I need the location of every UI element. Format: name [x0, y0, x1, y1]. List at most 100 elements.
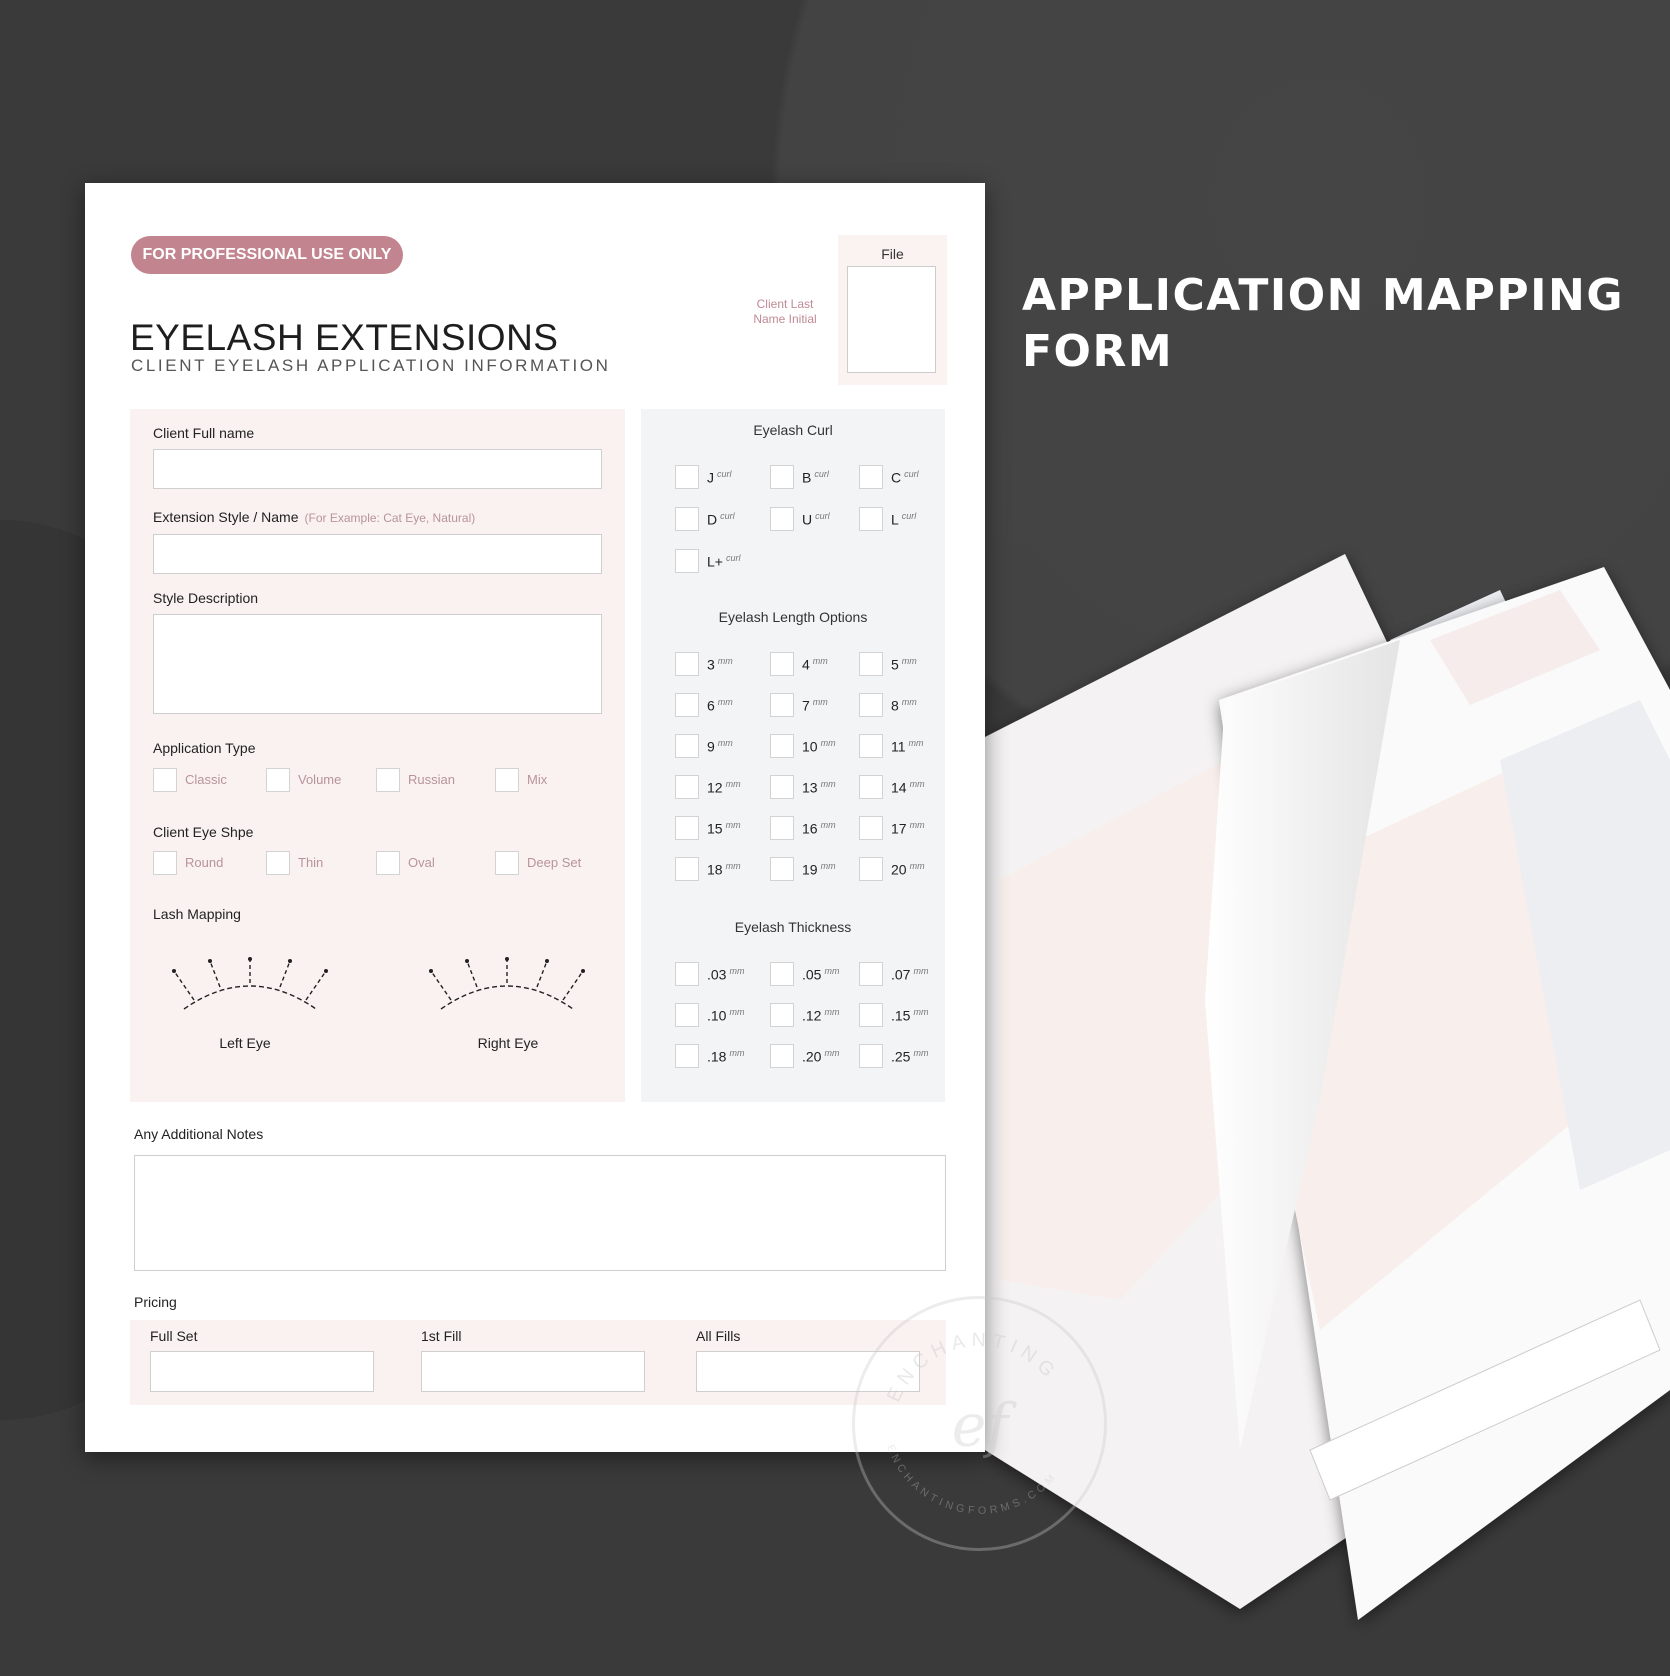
length-checkbox[interactable] — [770, 775, 794, 799]
checkbox-mix[interactable] — [495, 768, 519, 792]
thickness-checkbox[interactable] — [675, 1003, 699, 1027]
unit-label: mm — [909, 820, 925, 830]
unit-label: curl — [814, 469, 829, 479]
thickness-option-label: .15 mm — [891, 1007, 928, 1024]
thickness-checkbox[interactable] — [770, 962, 794, 986]
option-value: .20 — [802, 1048, 822, 1065]
unit-label: mm — [729, 1048, 745, 1058]
thickness-checkbox[interactable] — [675, 1044, 699, 1068]
length-checkbox[interactable] — [859, 693, 883, 717]
length-checkbox[interactable] — [675, 816, 699, 840]
length-option-label: 15 mm — [707, 820, 741, 837]
client-full-name-input[interactable] — [153, 449, 602, 489]
length-checkbox[interactable] — [675, 734, 699, 758]
option-value: 6 — [707, 697, 715, 714]
lash-mapping-label: Lash Mapping — [153, 906, 241, 922]
curl-checkbox[interactable] — [770, 465, 794, 489]
option-value: 17 — [891, 820, 907, 837]
option-value: 10 — [802, 738, 818, 755]
first-fill-input[interactable] — [421, 1351, 645, 1392]
checkbox-round[interactable] — [153, 851, 177, 875]
style-description-label: Style Description — [153, 590, 259, 606]
length-checkbox[interactable] — [859, 775, 883, 799]
option-value: .10 — [707, 1007, 727, 1024]
client-initial-label: Client Last Name Initial — [753, 297, 817, 326]
option-value: 12 — [707, 779, 723, 796]
length-option-label: 7 mm — [802, 697, 828, 714]
option-value: 16 — [802, 820, 818, 837]
length-checkbox[interactable] — [770, 652, 794, 676]
extension-style-input[interactable] — [153, 534, 602, 574]
thickness-checkbox[interactable] — [859, 1044, 883, 1068]
option-value: .03 — [707, 966, 727, 983]
client-full-name-label: Client Full name — [153, 425, 255, 441]
curl-option-label: L+ curl — [707, 553, 740, 570]
right-eye-lash-map-icon — [429, 957, 585, 1010]
length-checkbox[interactable] — [859, 652, 883, 676]
lash-arrow — [209, 960, 221, 988]
lash-line — [183, 985, 317, 1010]
checkbox-volume[interactable] — [266, 768, 290, 792]
unit-label: mm — [729, 1007, 745, 1017]
length-checkbox[interactable] — [770, 816, 794, 840]
length-option-label: 4 mm — [802, 656, 828, 673]
unit-label: mm — [824, 966, 840, 976]
unit-label: curl — [904, 469, 919, 479]
option-value: .18 — [707, 1048, 727, 1065]
thickness-checkbox[interactable] — [675, 962, 699, 986]
curl-checkbox[interactable] — [859, 507, 883, 531]
option-value: 18 — [707, 861, 723, 878]
length-option-label: 14 mm — [891, 779, 925, 796]
thickness-checkbox[interactable] — [770, 1044, 794, 1068]
unit-label: mm — [909, 861, 925, 871]
lash-arrow-tip — [429, 969, 433, 973]
option-value: L+ — [707, 553, 723, 570]
lash-arrow-tip — [208, 959, 212, 963]
length-checkbox[interactable] — [770, 734, 794, 758]
option-value: 14 — [891, 779, 907, 796]
file-label: File — [881, 246, 904, 262]
curl-option-label: Dcurl — [707, 511, 735, 528]
thickness-option-label: .03 mm — [707, 966, 744, 983]
length-checkbox[interactable] — [770, 693, 794, 717]
unit-label: mm — [909, 779, 925, 789]
file-initial-field[interactable] — [847, 266, 936, 373]
unit-label: mm — [717, 656, 733, 666]
length-checkbox[interactable] — [675, 857, 699, 881]
checkbox-classic[interactable] — [153, 768, 177, 792]
unit-label: mm — [824, 1048, 840, 1058]
unit-label: mm — [824, 1007, 840, 1017]
unit-label: mm — [901, 656, 917, 666]
unit-label: mm — [908, 738, 924, 748]
length-checkbox[interactable] — [770, 857, 794, 881]
option-value: 15 — [707, 820, 723, 837]
length-checkbox[interactable] — [675, 775, 699, 799]
unit-label: curl — [717, 469, 732, 479]
full-set-input[interactable] — [150, 1351, 374, 1392]
style-description-textarea[interactable] — [153, 614, 602, 714]
notes-label: Any Additional Notes — [134, 1126, 264, 1142]
lash-arrow — [536, 960, 548, 988]
checkbox-deep-set[interactable] — [495, 851, 519, 875]
curl-checkbox[interactable] — [675, 465, 699, 489]
curl-checkbox[interactable] — [770, 507, 794, 531]
option-value: U — [802, 511, 813, 528]
checkbox-oval[interactable] — [376, 851, 400, 875]
notes-textarea[interactable] — [134, 1155, 946, 1271]
thickness-checkbox[interactable] — [770, 1003, 794, 1027]
full-set-label: Full Set — [150, 1328, 198, 1344]
length-checkbox[interactable] — [675, 693, 699, 717]
length-checkbox[interactable] — [859, 857, 883, 881]
curl-checkbox[interactable] — [675, 549, 699, 573]
checkbox-thin[interactable] — [266, 851, 290, 875]
curl-checkbox[interactable] — [859, 465, 883, 489]
thickness-checkbox[interactable] — [859, 962, 883, 986]
lash-arrow — [305, 970, 327, 1001]
length-checkbox[interactable] — [859, 734, 883, 758]
length-checkbox[interactable] — [859, 816, 883, 840]
curl-checkbox[interactable] — [675, 507, 699, 531]
thickness-checkbox[interactable] — [859, 1003, 883, 1027]
length-option-label: 16 mm — [802, 820, 836, 837]
checkbox-russian[interactable] — [376, 768, 400, 792]
length-checkbox[interactable] — [675, 652, 699, 676]
